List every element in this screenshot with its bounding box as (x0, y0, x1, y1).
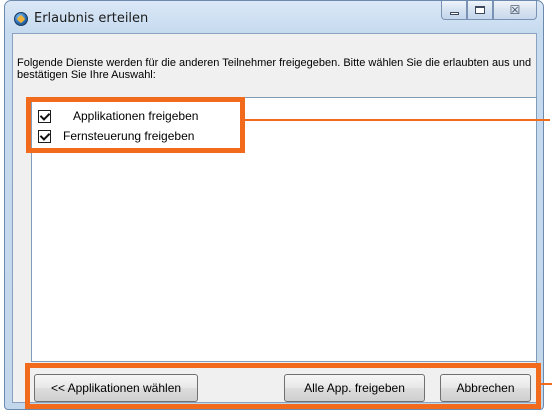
services-highlight (26, 97, 245, 153)
window-title: Erlaubnis erteilen (34, 11, 149, 26)
buttons-highlight (25, 363, 541, 409)
close-icon: ☒ (509, 3, 521, 17)
title-bar[interactable]: Erlaubnis erteilen ☒ (5, 1, 543, 33)
page: Erlaubnis erteilen ☒ Folgende Dienste we… (0, 0, 554, 420)
app-icon (14, 12, 28, 26)
services-callout-line (244, 119, 550, 121)
close-button[interactable]: ☒ (493, 1, 537, 20)
minimize-button[interactable] (441, 1, 467, 20)
maximize-icon (475, 6, 485, 14)
buttons-callout-line (540, 383, 552, 385)
caption-buttons: ☒ (441, 1, 537, 21)
instruction-text: Folgende Dienste werden für die anderen … (17, 57, 532, 81)
minimize-icon (449, 11, 459, 15)
maximize-button[interactable] (467, 1, 493, 20)
